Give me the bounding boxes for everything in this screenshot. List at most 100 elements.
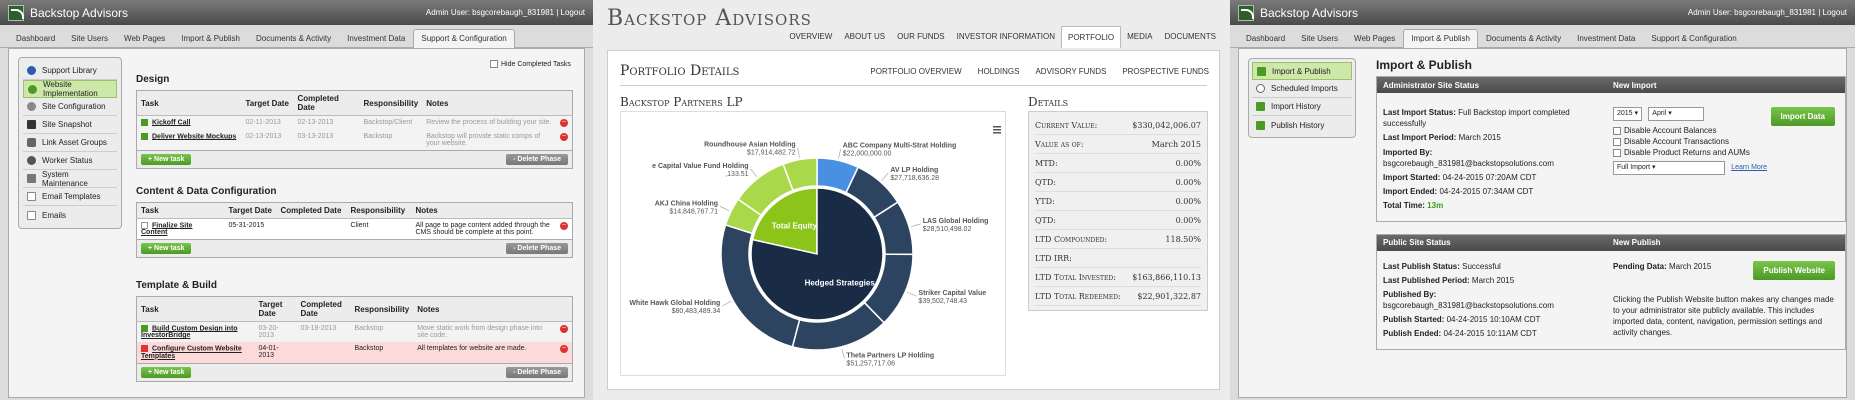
nav-import-history[interactable]: Import History [1252,98,1352,116]
main-tabs: Dashboard Site Users Web Pages Import & … [1230,28,1855,48]
nav-site-configuration[interactable]: Site Configuration [23,98,117,116]
tab-site-users[interactable]: Site Users [63,29,116,47]
new-task-button[interactable]: + New task [141,366,192,378]
new-task-button[interactable]: + New task [141,243,192,255]
disable-product-returns[interactable]: Disable Product Returns and AUMs [1613,147,1839,158]
detail-label: LTD Total Invested: [1035,272,1116,282]
nav-link-asset-groups[interactable]: Link Asset Groups [23,134,117,152]
nav-email-templates[interactable]: Email Templates [23,188,117,206]
task-link[interactable]: Kickoff Call [136,115,242,130]
tab-support-configuration[interactable]: Support & Configuration [413,29,515,48]
menu-icon[interactable] [993,126,1001,128]
site-brand[interactable]: Backstop Advisors [607,6,812,31]
task-link[interactable]: Deliver Website Mockups [136,130,242,151]
nav-emails[interactable]: Emails [23,206,117,224]
remove-icon[interactable]: − [560,119,568,127]
import-data-button[interactable]: Import Data [1770,107,1835,127]
remove-cell: − [556,115,573,130]
delete-phase-button[interactable]: - Delete Phase [506,243,568,255]
publish-description: Clicking the Publish Website button make… [1613,294,1834,338]
menu-icon[interactable] [993,129,1001,131]
task-name[interactable]: Kickoff Call [152,119,191,126]
nav-site-snapshot[interactable]: Site Snapshot [23,116,117,134]
task-name[interactable]: Finalize Site Content [141,222,192,236]
task-link[interactable]: Finalize Site Content [137,219,225,240]
nav-our-funds[interactable]: OUR FUNDS [891,26,951,48]
left-nav: Import & Publish Scheduled Imports Impor… [1248,58,1356,138]
delete-phase-button[interactable]: - Delete Phase [506,154,568,165]
tab-investment-data[interactable]: Investment Data [339,29,413,47]
tab-dashboard[interactable]: Dashboard [8,29,63,47]
nav-website-implementation[interactable]: Website Implementation [23,80,117,98]
envelope-icon [27,192,36,201]
subnav-prospective-funds[interactable]: PROSPECTIVE FUNDS [1122,67,1209,76]
subnav-holdings[interactable]: HOLDINGS [978,67,1020,76]
menu-icon[interactable] [993,132,1001,134]
tab-documents-activity[interactable]: Documents & Activity [248,29,339,47]
nav-portfolio[interactable]: PORTFOLIO [1061,26,1122,48]
publish-website-button[interactable]: Publish Website [1753,260,1835,280]
tab-support-configuration[interactable]: Support & Configuration [1643,29,1744,47]
tab-import-publish[interactable]: Import & Publish [1403,29,1478,48]
nav-system-maintenance[interactable]: System Maintenance [23,170,117,188]
task-table: Task Target Date Completed Date Responsi… [136,296,573,364]
portfolio-pie-chart[interactable]: Total Equity Hedged Strategies ABC Company… [621,112,1007,377]
nav-documents[interactable]: DOCUMENTS [1158,26,1222,48]
subnav-advisory-funds[interactable]: ADVISORY FUNDS [1035,67,1106,76]
tab-documents-activity[interactable]: Documents & Activity [1478,29,1569,47]
year-select[interactable]: 2015 ▾ [1613,107,1643,121]
checkbox[interactable] [1613,137,1621,146]
task-name[interactable]: Configure Custom Website Templates [141,346,242,360]
detail-row: LTD Total Redeemed: $22,901,322.87 [1035,287,1201,306]
col-header: Notes [411,202,556,219]
nav-scheduled-imports[interactable]: Scheduled Imports [1252,80,1352,98]
nav-worker-status[interactable]: Worker Status [23,152,117,170]
nav-support-library[interactable]: Support Library [23,62,117,80]
nav-media[interactable]: MEDIA [1121,26,1158,48]
disable-account-balances[interactable]: Disable Account Balances [1613,125,1839,136]
new-task-button[interactable]: + New task [141,154,192,165]
tab-site-users[interactable]: Site Users [1293,29,1346,47]
user-info[interactable]: Admin User: bsgcorebaugh_831981 | Logout [1688,8,1847,17]
select-value: 2015 [1617,110,1633,117]
worker-icon [27,156,36,165]
detail-label: Value as of: [1035,139,1084,149]
nav-investor-information[interactable]: INVESTOR INFORMATION [951,26,1061,48]
remove-icon[interactable]: − [560,325,568,333]
task-link[interactable]: Configure Custom Website Templates [136,342,255,364]
tab-web-pages[interactable]: Web Pages [116,29,173,47]
disable-account-transactions[interactable]: Disable Account Transactions [1613,136,1839,147]
remove-icon[interactable]: − [560,222,568,230]
import-publish-main: Import & Publish Administrator Site Stat… [1376,58,1846,362]
value: March 2015 [1458,133,1501,143]
month-select[interactable]: April ▾ [1648,107,1705,121]
header-left: Public Site Status [1383,238,1451,247]
nav-overview[interactable]: OVERVIEW [783,26,838,48]
checkbox[interactable] [490,60,498,68]
flag-icon [141,325,148,332]
remove-icon[interactable]: − [560,345,568,354]
learn-more-link[interactable]: Learn More [1731,164,1767,171]
delete-phase-button[interactable]: - Delete Phase [506,366,568,378]
task-link[interactable]: Build Custom Design into InvestorBridge [136,321,255,343]
remove-icon[interactable]: − [560,133,568,141]
import-type-select[interactable]: Full Import ▾ [1613,161,1725,176]
table-row: Configure Custom Website Templates 04-01… [136,342,573,364]
app-title: Backstop Advisors [30,5,129,20]
user-info[interactable]: Admin User: bsgcorebaugh_831981 | Logout [426,8,585,17]
task-name[interactable]: Build Custom Design into InvestorBridge [141,325,238,339]
subnav-portfolio-overview[interactable]: PORTFOLIO OVERVIEW [870,67,961,76]
value: bsgcorebaugh_831981@backstopsolutions.co… [1383,158,1554,168]
nav-publish-history[interactable]: Publish History [1252,116,1352,134]
status-col: Last Publish Status: Successful Last Pub… [1383,257,1613,343]
tab-dashboard[interactable]: Dashboard [1238,29,1293,47]
nav-about-us[interactable]: ABOUT US [838,26,891,48]
checkbox[interactable] [1613,149,1621,158]
tab-import-publish[interactable]: Import & Publish [173,29,248,47]
nav-import-publish[interactable]: Import & Publish [1252,62,1352,80]
task-name[interactable]: Deliver Website Mockups [152,133,236,140]
tab-investment-data[interactable]: Investment Data [1569,29,1643,47]
tab-web-pages[interactable]: Web Pages [1346,29,1403,47]
hide-completed-toggle[interactable]: Hide Completed Tasks [490,60,571,68]
checkbox[interactable] [1613,126,1621,135]
